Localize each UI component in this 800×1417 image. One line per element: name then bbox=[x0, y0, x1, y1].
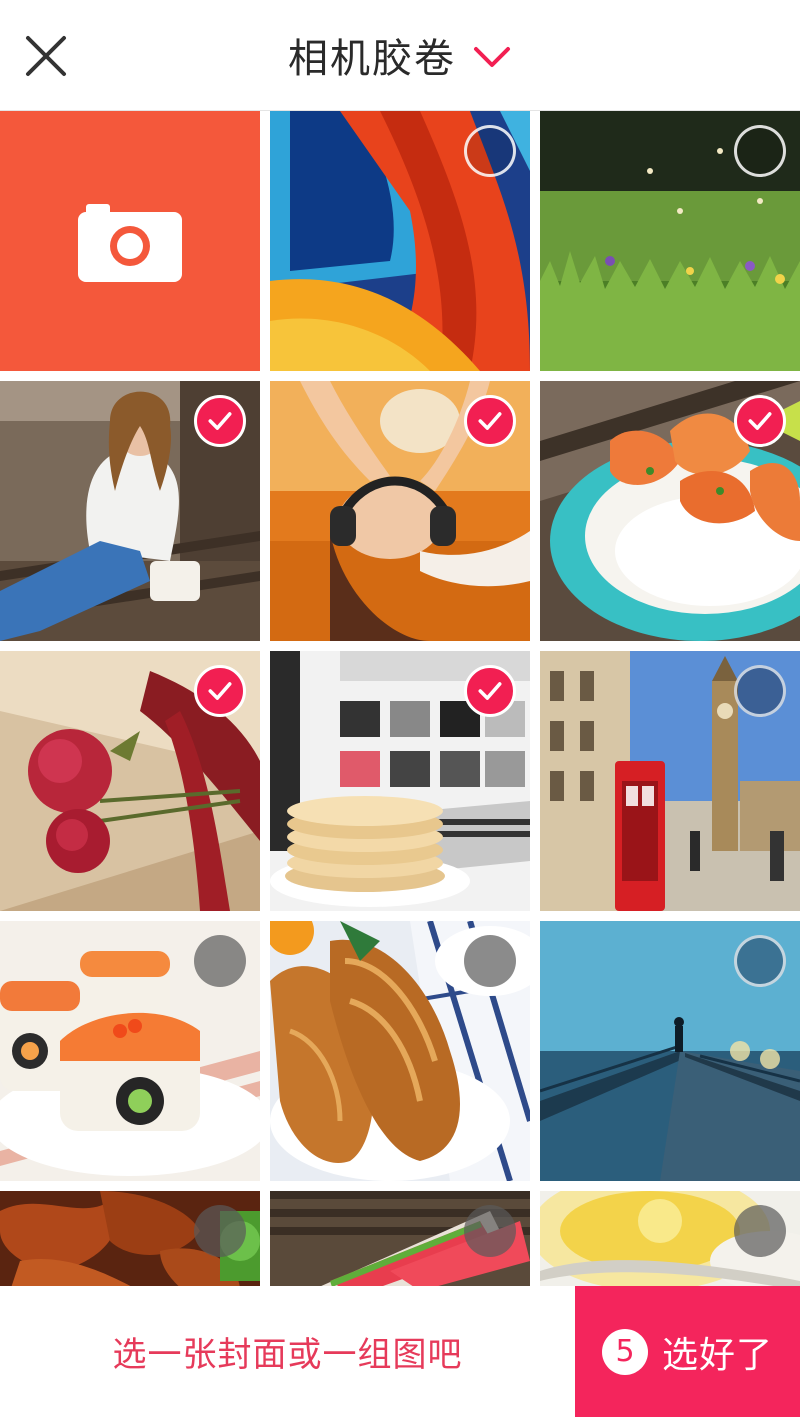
select-circle[interactable] bbox=[464, 1205, 516, 1257]
select-circle[interactable] bbox=[194, 935, 246, 987]
photo-thumbnail[interactable] bbox=[270, 651, 530, 911]
album-title[interactable]: 相机胶卷 bbox=[288, 26, 456, 84]
photo-thumbnail[interactable] bbox=[540, 381, 800, 641]
photo-thumbnail[interactable] bbox=[540, 651, 800, 911]
album-selector[interactable]: 相机胶卷 bbox=[0, 0, 800, 110]
selected-check[interactable] bbox=[464, 395, 516, 447]
selected-check[interactable] bbox=[194, 395, 246, 447]
select-circle[interactable] bbox=[194, 1205, 246, 1257]
selected-check[interactable] bbox=[734, 395, 786, 447]
select-circle[interactable] bbox=[464, 125, 516, 177]
check-icon bbox=[208, 412, 232, 430]
done-label: 选好了 bbox=[661, 1334, 773, 1376]
photo-thumbnail[interactable] bbox=[0, 921, 260, 1181]
photo-thumbnail[interactable] bbox=[270, 381, 530, 641]
selected-count-badge: 5 bbox=[601, 1328, 648, 1375]
selected-check[interactable] bbox=[194, 665, 246, 717]
select-circle[interactable] bbox=[734, 935, 786, 987]
check-icon bbox=[748, 412, 772, 430]
photo-grid bbox=[0, 111, 800, 1286]
bottom-bar: 选一张封面或一组图吧 5 选好了 bbox=[0, 1286, 800, 1417]
photo-thumbnail[interactable] bbox=[0, 381, 260, 641]
photo-thumbnail[interactable] bbox=[270, 1191, 530, 1286]
chevron-down-icon[interactable] bbox=[472, 44, 512, 70]
photo-thumbnail[interactable] bbox=[540, 111, 800, 371]
camera-tile[interactable] bbox=[0, 111, 260, 371]
done-button[interactable]: 5 选好了 bbox=[575, 1286, 800, 1417]
photo-thumbnail[interactable] bbox=[270, 921, 530, 1181]
select-circle[interactable] bbox=[734, 665, 786, 717]
photo-thumbnail[interactable] bbox=[0, 1191, 260, 1286]
selected-check[interactable] bbox=[464, 665, 516, 717]
photo-thumbnail[interactable] bbox=[270, 111, 530, 371]
select-circle[interactable] bbox=[464, 935, 516, 987]
camera-icon bbox=[78, 204, 182, 282]
check-icon bbox=[478, 412, 502, 430]
select-circle[interactable] bbox=[734, 125, 786, 177]
top-bar: 相机胶卷 bbox=[0, 0, 800, 111]
photo-thumbnail[interactable] bbox=[540, 1191, 800, 1286]
select-circle[interactable] bbox=[734, 1205, 786, 1257]
photo-thumbnail[interactable] bbox=[0, 651, 260, 911]
check-icon bbox=[478, 682, 502, 700]
selection-hint: 选一张封面或一组图吧 bbox=[112, 1335, 463, 1375]
photo-thumbnail[interactable] bbox=[540, 921, 800, 1181]
check-icon bbox=[208, 682, 232, 700]
